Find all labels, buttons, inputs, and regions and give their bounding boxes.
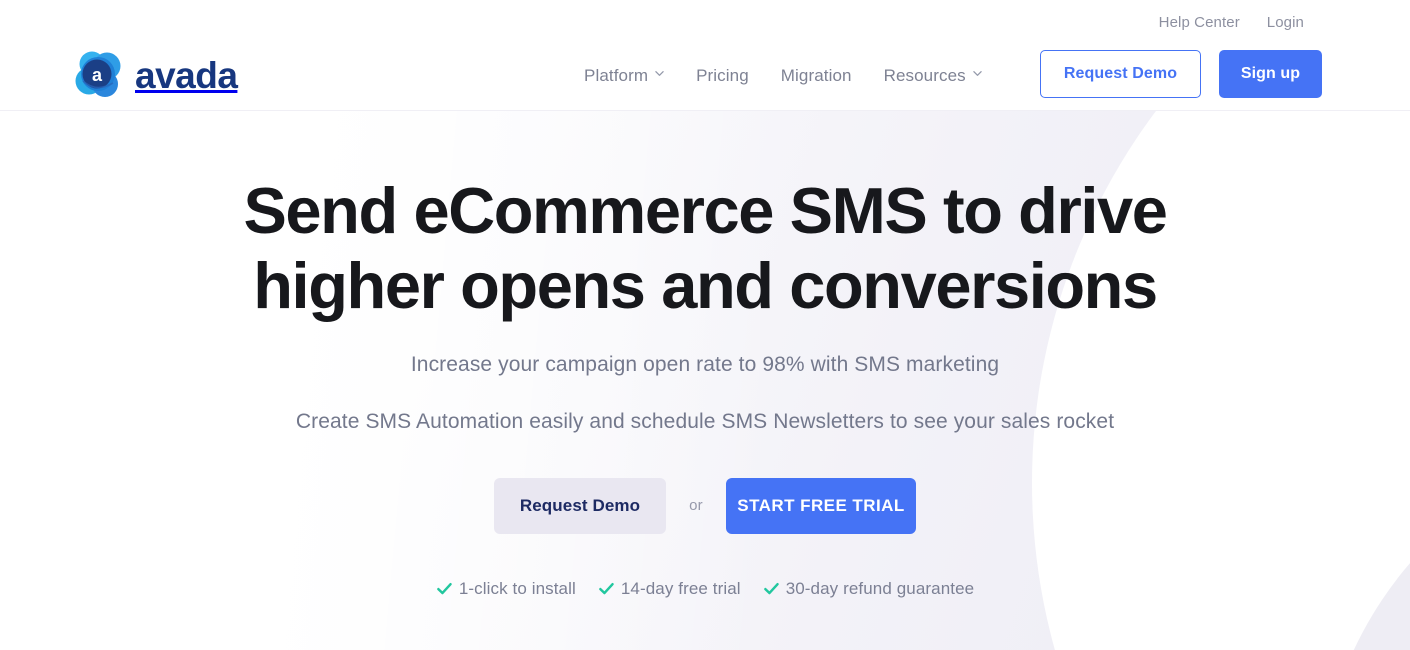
nav-platform-label: Platform: [584, 65, 649, 85]
feature-label: 14-day free trial: [620, 578, 741, 598]
avada-cloud-logo-icon: a: [74, 48, 124, 102]
hero-start-free-trial-button[interactable]: START FREE TRIAL: [726, 477, 916, 534]
header-sign-up-button[interactable]: Sign up: [1219, 50, 1322, 98]
hero-section: Send eCommerce SMS to drive higher opens…: [0, 111, 1410, 650]
header-actions: Request Demo Sign up: [1040, 50, 1322, 98]
main-navigation: Platform Pricing Migration Resources: [584, 60, 982, 90]
header-request-demo-button[interactable]: Request Demo: [1040, 50, 1201, 98]
logo-wordmark: avada: [135, 54, 238, 96]
feature-item: 30-day refund guarantee: [763, 579, 975, 599]
hero-request-demo-button[interactable]: Request Demo: [494, 477, 666, 534]
hero-content: Send eCommerce SMS to drive higher opens…: [0, 111, 1410, 650]
hero-headline: Send eCommerce SMS to drive higher opens…: [243, 174, 1167, 323]
nav-migration[interactable]: Migration: [781, 67, 852, 84]
check-icon: [763, 580, 780, 597]
nav-pricing-label: Pricing: [696, 65, 749, 85]
check-icon: [436, 580, 453, 597]
landing-page: Help Center Login a avada Platform Prici…: [0, 0, 1410, 650]
site-logo[interactable]: a avada: [74, 48, 238, 102]
utility-bar: Help Center Login: [1159, 0, 1410, 44]
hero-subheadline-primary: Increase your campaign open rate to 98% …: [410, 353, 1000, 377]
help-center-link[interactable]: Help Center: [1159, 15, 1240, 30]
check-icon: [598, 580, 615, 597]
svg-text:a: a: [92, 65, 103, 85]
hero-feature-list: 1-click to install 14-day free trial 30-…: [436, 579, 974, 599]
cta-separator-label: or: [689, 497, 703, 515]
hero-cta-group: Request Demo or START FREE TRIAL: [494, 477, 916, 534]
feature-label: 30-day refund guarantee: [785, 578, 975, 598]
nav-resources[interactable]: Resources: [884, 67, 982, 84]
feature-label: 1-click to install: [458, 578, 576, 598]
login-link[interactable]: Login: [1267, 15, 1304, 30]
nav-resources-label: Resources: [883, 65, 966, 85]
site-header: Help Center Login a avada Platform Prici…: [0, 0, 1410, 111]
chevron-down-icon: [973, 69, 982, 78]
hero-subheadline-secondary: Create SMS Automation easily and schedul…: [295, 409, 1115, 433]
feature-item: 1-click to install: [436, 579, 576, 599]
chevron-down-icon: [655, 69, 664, 78]
feature-item: 14-day free trial: [598, 579, 741, 599]
nav-platform[interactable]: Platform: [584, 67, 664, 84]
nav-migration-label: Migration: [780, 65, 852, 85]
nav-pricing[interactable]: Pricing: [696, 67, 749, 84]
